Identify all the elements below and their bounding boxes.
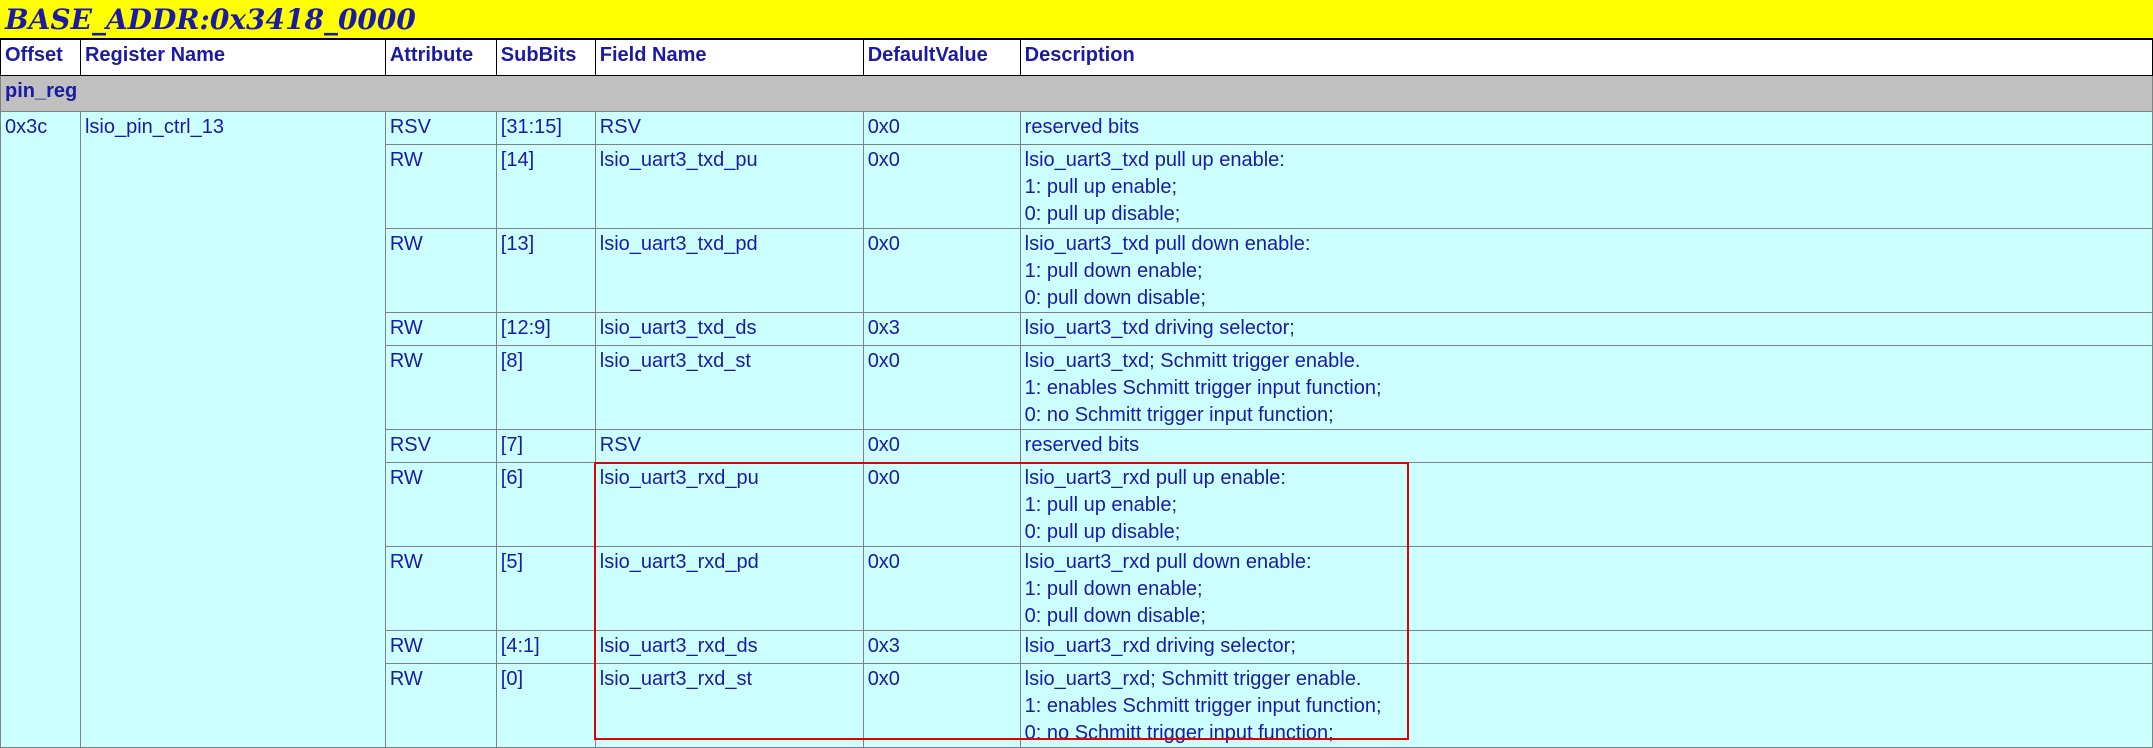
subbits-cell: [0] xyxy=(495,663,596,748)
description-cell: reserved bits xyxy=(1019,429,2153,463)
default-value-cell: 0x0 xyxy=(862,663,1021,748)
field-name-cell: lsio_uart3_rxd_ds xyxy=(594,630,864,664)
subbits-cell: [14] xyxy=(495,144,596,229)
description-line: reserved bits xyxy=(1024,116,1140,138)
default-value-cell: 0x0 xyxy=(862,144,1021,229)
description-line: 1: pull up enable; xyxy=(1024,176,1177,198)
field-name-cell: lsio_uart3_txd_pu xyxy=(594,144,864,229)
attribute-cell: RSV xyxy=(384,429,497,463)
field-name-cell: lsio_uart3_rxd_st xyxy=(594,663,864,748)
column-header-subbits: SubBits xyxy=(495,39,596,76)
subbits-cell: [13] xyxy=(495,228,596,313)
column-header-attribute: Attribute xyxy=(384,39,497,76)
register-table: Offset Register Name Attribute SubBits F… xyxy=(0,39,2153,748)
column-header-default-value: DefaultValue xyxy=(862,39,1021,76)
subbits-cell: [8] xyxy=(495,345,596,430)
attribute-cell: RW xyxy=(384,228,497,313)
default-value-cell: 0x0 xyxy=(862,345,1021,430)
subbits-cell: [12:9] xyxy=(495,312,596,346)
column-header-description: Description xyxy=(1019,39,2153,76)
attribute-cell: RW xyxy=(384,345,497,430)
description-line: lsio_uart3_rxd; Schmitt trigger enable. xyxy=(1024,668,1362,690)
field-name-cell: lsio_uart3_rxd_pd xyxy=(594,546,864,631)
header-row: Offset Register Name Attribute SubBits F… xyxy=(0,39,2153,76)
default-value-cell: 0x0 xyxy=(862,546,1021,631)
field-name-cell: lsio_uart3_rxd_pu xyxy=(594,462,864,547)
field-name-cell: lsio_uart3_txd_pd xyxy=(594,228,864,313)
description-cell: lsio_uart3_rxd pull down enable: 1: pull … xyxy=(1019,546,2153,631)
attribute-cell: RW xyxy=(384,312,497,346)
description-line: reserved bits xyxy=(1024,434,1140,456)
subbits-cell: [31:15] xyxy=(495,111,596,145)
description-line: 1: enables Schmitt trigger input functio… xyxy=(1024,377,1382,399)
description-line: 1: enables Schmitt trigger input functio… xyxy=(1024,695,1382,717)
description-line: 0: pull up disable; xyxy=(1024,521,1181,543)
field-name-cell: RSV xyxy=(594,111,864,145)
column-header-register-name: Register Name xyxy=(79,39,386,76)
default-value-cell: 0x0 xyxy=(862,228,1021,313)
description-cell: lsio_uart3_txd; Schmitt trigger enable. 1… xyxy=(1019,345,2153,430)
group-label: pin_reg xyxy=(0,75,2153,112)
description-cell: lsio_uart3_rxd; Schmitt trigger enable. 1… xyxy=(1019,663,2153,748)
subbits-cell: [6] xyxy=(495,462,596,547)
register-name: lsio_pin_ctrl_13 xyxy=(79,111,386,748)
attribute-cell: RW xyxy=(384,663,497,748)
description-line: lsio_uart3_txd pull down enable: xyxy=(1024,233,1311,255)
default-value-cell: 0x0 xyxy=(862,429,1021,463)
subbits-cell: [7] xyxy=(495,429,596,463)
description-cell: lsio_uart3_txd driving selector; xyxy=(1019,312,2153,346)
table-row: 0x3c lsio_pin_ctrl_13 RSV [31:15] RSV 0x0 rese… xyxy=(0,111,2153,748)
register-offset: 0x3c xyxy=(0,111,81,748)
description-line: lsio_uart3_txd pull up enable: xyxy=(1024,149,1285,171)
field-name-cell: RSV xyxy=(594,429,864,463)
group-row: pin_reg xyxy=(0,75,2153,112)
description-line: lsio_uart3_rxd driving selector; xyxy=(1024,635,1296,657)
default-value-cell: 0x3 xyxy=(862,630,1021,664)
description-line: 0: pull down disable; xyxy=(1024,287,1206,309)
subbits-cell: [4:1] xyxy=(495,630,596,664)
attribute-cell: RW xyxy=(384,144,497,229)
description-line: 1: pull up enable; xyxy=(1024,494,1177,516)
field-name-cell: lsio_uart3_txd_ds xyxy=(594,312,864,346)
description-cell: lsio_uart3_txd pull down enable: 1: pull … xyxy=(1019,228,2153,313)
description-cell: lsio_uart3_txd pull up enable: 1: pull up… xyxy=(1019,144,2153,229)
description-line: 0: no Schmitt trigger input function; xyxy=(1024,404,1334,426)
default-value-cell: 0x3 xyxy=(862,312,1021,346)
description-line: 0: pull up disable; xyxy=(1024,203,1181,225)
description-cell: lsio_uart3_rxd pull up enable: 1: pull up… xyxy=(1019,462,2153,547)
attribute-cell: RW xyxy=(384,462,497,547)
default-value-cell: 0x0 xyxy=(862,462,1021,547)
description-line: lsio_uart3_rxd pull up enable: xyxy=(1024,467,1286,489)
description-line: lsio_uart3_txd; Schmitt trigger enable. xyxy=(1024,350,1361,372)
description-cell: lsio_uart3_rxd driving selector; xyxy=(1019,630,2153,664)
default-value-cell: 0x0 xyxy=(862,111,1021,145)
field-name-cell: lsio_uart3_txd_st xyxy=(594,345,864,430)
attribute-cell: RW xyxy=(384,546,497,631)
description-line: 0: pull down disable; xyxy=(1024,605,1206,627)
attribute-cell: RW xyxy=(384,630,497,664)
title-bar: BASE_ADDR:0x3418_0000 xyxy=(0,0,2153,39)
description-line: 1: pull down enable; xyxy=(1024,260,1203,282)
attribute-cell: RSV xyxy=(384,111,497,145)
column-header-offset: Offset xyxy=(0,39,81,76)
description-cell: reserved bits xyxy=(1019,111,2153,145)
description-line: 1: pull down enable; xyxy=(1024,578,1203,600)
column-header-field-name: Field Name xyxy=(594,39,864,76)
base-address-title: BASE_ADDR:0x3418_0000 xyxy=(5,3,416,36)
description-line: lsio_uart3_txd driving selector; xyxy=(1024,317,1295,339)
description-line: lsio_uart3_rxd pull down enable: xyxy=(1024,551,1312,573)
subbits-cell: [5] xyxy=(495,546,596,631)
